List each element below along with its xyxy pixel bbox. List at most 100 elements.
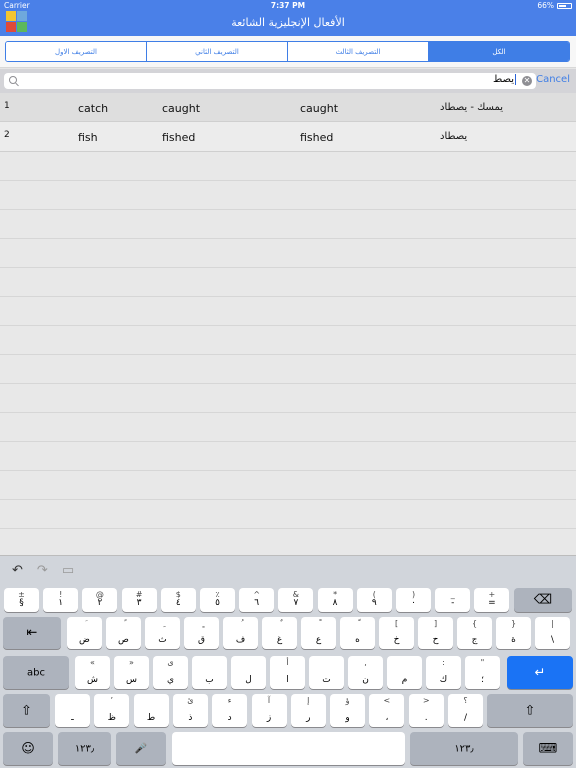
key[interactable]: ٌغ xyxy=(262,617,297,649)
key[interactable]: {ج xyxy=(457,617,492,649)
key[interactable]: ^ ٦ xyxy=(239,588,275,612)
tab-third-form[interactable]: التصريف الثالث xyxy=(287,42,428,61)
key[interactable]: $٤ xyxy=(160,588,196,612)
key[interactable]: أا xyxy=(270,656,305,689)
key-char: ظ xyxy=(107,713,116,723)
key-shift-char: ّ xyxy=(340,619,375,629)
shift-right-key[interactable]: ⇧ xyxy=(487,694,573,727)
key[interactable]: ُف xyxy=(223,617,258,649)
key[interactable]: @٢ xyxy=(82,588,118,612)
key-shift-char: , xyxy=(364,658,367,667)
key[interactable]: ط xyxy=(133,694,169,727)
table-row[interactable]: 1 catch caught caught يمسك - يصطاد xyxy=(0,93,576,122)
key[interactable]: (٩ xyxy=(356,588,392,612)
key[interactable]: & ٧ xyxy=(278,588,314,612)
key[interactable]: َض xyxy=(67,617,102,649)
key[interactable]: ىي xyxy=(153,656,188,689)
delete-key-label: ⌫ xyxy=(533,592,553,608)
keyboard-row-bottom: ⇧ ـ’ ظ ط ئ ذ ء د آ ز إ ر ؤ و < ، >. ؟ / ⇧ xyxy=(0,694,576,727)
search-icon xyxy=(9,76,17,84)
keyboard-row-middle: abc «ش» س ى ي ب ل أ ا ت, ن م: ك " ؛ ↵ xyxy=(0,656,576,689)
key[interactable]: | \ xyxy=(535,617,570,649)
key[interactable]: ؤو xyxy=(330,694,366,727)
key[interactable]: :ك xyxy=(426,656,461,689)
key[interactable]: ًص xyxy=(106,617,141,649)
key[interactable]: آز xyxy=(251,694,287,727)
row-number: 2 xyxy=(4,130,10,140)
tab-first-form[interactable]: التصريف الاول xyxy=(6,42,146,61)
key[interactable]: #٣ xyxy=(121,588,157,612)
clear-icon[interactable]: ✕ xyxy=(522,76,532,86)
key-char: / xyxy=(463,713,468,723)
key[interactable]: ± § xyxy=(4,588,39,612)
emoji-key-label: ☺ xyxy=(21,741,35,756)
hide-keyboard-key[interactable]: ⌨ xyxy=(523,732,573,765)
key[interactable]: ٍق xyxy=(184,617,219,649)
key[interactable]: م xyxy=(387,656,422,689)
delete-key[interactable]: ⌫ xyxy=(514,588,572,612)
key[interactable]: ب xyxy=(192,656,227,689)
key[interactable]: ْع xyxy=(301,617,336,649)
key[interactable]: * ٨ xyxy=(317,588,353,612)
key-shift-char: ٌ xyxy=(262,619,297,629)
key-char: = xyxy=(488,598,496,608)
table-row[interactable]: 2 fish fished fished يصطاد xyxy=(0,122,576,152)
key[interactable]: ـ xyxy=(55,694,90,727)
shift-left-key[interactable]: ⇧ xyxy=(3,694,50,727)
redo-icon[interactable]: ↷ xyxy=(37,563,48,578)
numbers-right-key[interactable]: ١٢٣٫ xyxy=(410,732,518,765)
key[interactable]: + = xyxy=(474,588,510,612)
key[interactable]: < ، xyxy=(369,694,405,727)
key[interactable]: } ة xyxy=(496,617,531,649)
key-char: ر xyxy=(306,713,311,723)
key-char: ب xyxy=(205,675,214,685)
tab-all[interactable]: الكل xyxy=(428,42,569,61)
key[interactable]: ّه xyxy=(340,617,375,649)
shift-right-key-label: ⇧ xyxy=(524,703,536,718)
key[interactable]: » س xyxy=(114,656,149,689)
emoji-key[interactable]: ☺ xyxy=(3,732,53,765)
navigation-header: Carrier 7:37 PM 66% الأفعال الإنجليزية ا… xyxy=(0,0,576,36)
undo-icon[interactable]: ↶ xyxy=(12,563,23,578)
abc-key[interactable]: abc xyxy=(3,656,69,689)
key[interactable]: ت xyxy=(309,656,344,689)
key[interactable]: ) ٠ xyxy=(396,588,431,612)
key[interactable]: ’ ظ xyxy=(94,694,130,727)
paste-icon[interactable]: ▭ xyxy=(62,563,74,578)
key[interactable]: ,ن xyxy=(348,656,383,689)
key[interactable]: [خ xyxy=(379,617,414,649)
shift-left-key-label: ⇧ xyxy=(21,703,32,718)
key[interactable]: >. xyxy=(408,694,444,727)
numbers-left-key[interactable]: ١٢٣٫ xyxy=(58,732,111,765)
key-char: - xyxy=(451,598,455,608)
key[interactable]: إر xyxy=(290,694,326,727)
abc-key-label: abc xyxy=(27,667,45,678)
key-char: ٥ xyxy=(215,598,220,608)
key[interactable]: ! ١ xyxy=(43,588,79,612)
key[interactable]: ئذ xyxy=(172,694,208,727)
cancel-button[interactable]: Cancel xyxy=(536,74,570,85)
key[interactable]: ] ح xyxy=(418,617,453,649)
key[interactable]: ٪ ٥ xyxy=(200,588,235,612)
key-shift-char: { xyxy=(471,619,478,628)
key[interactable]: ِث xyxy=(145,617,180,649)
mic-key[interactable]: 🎤 xyxy=(116,732,166,765)
key[interactable]: «ش xyxy=(75,656,110,689)
key-shift-char: ء xyxy=(227,696,232,705)
key[interactable]: " ؛ xyxy=(465,656,500,689)
key-char: ح xyxy=(432,635,439,645)
tab-second-form[interactable]: التصريف الثاني xyxy=(146,42,287,61)
tab-key[interactable]: ⇤ xyxy=(3,617,61,649)
key[interactable]: _ - xyxy=(435,588,471,612)
search-bar: يصط ✕ Cancel xyxy=(0,69,576,93)
key-char: ٠ xyxy=(411,598,416,608)
space-key[interactable] xyxy=(172,732,405,765)
arabic-keyboard: ↶ ↷ ▭ ±§!١@٢#٣$٤٪٥^٦&٧*٨(٩)٠_-+= ⌫ ⇤َضًصِ… xyxy=(0,555,576,768)
return-key[interactable]: ↵ xyxy=(507,656,573,689)
key[interactable]: ل xyxy=(231,656,266,689)
key[interactable]: ؟ / xyxy=(448,694,483,727)
key-char: ٩ xyxy=(371,598,377,608)
search-input[interactable]: يصط ✕ xyxy=(4,73,536,89)
key[interactable]: ءد xyxy=(212,694,248,727)
hide-keyboard-key-label: ⌨ xyxy=(538,741,558,756)
